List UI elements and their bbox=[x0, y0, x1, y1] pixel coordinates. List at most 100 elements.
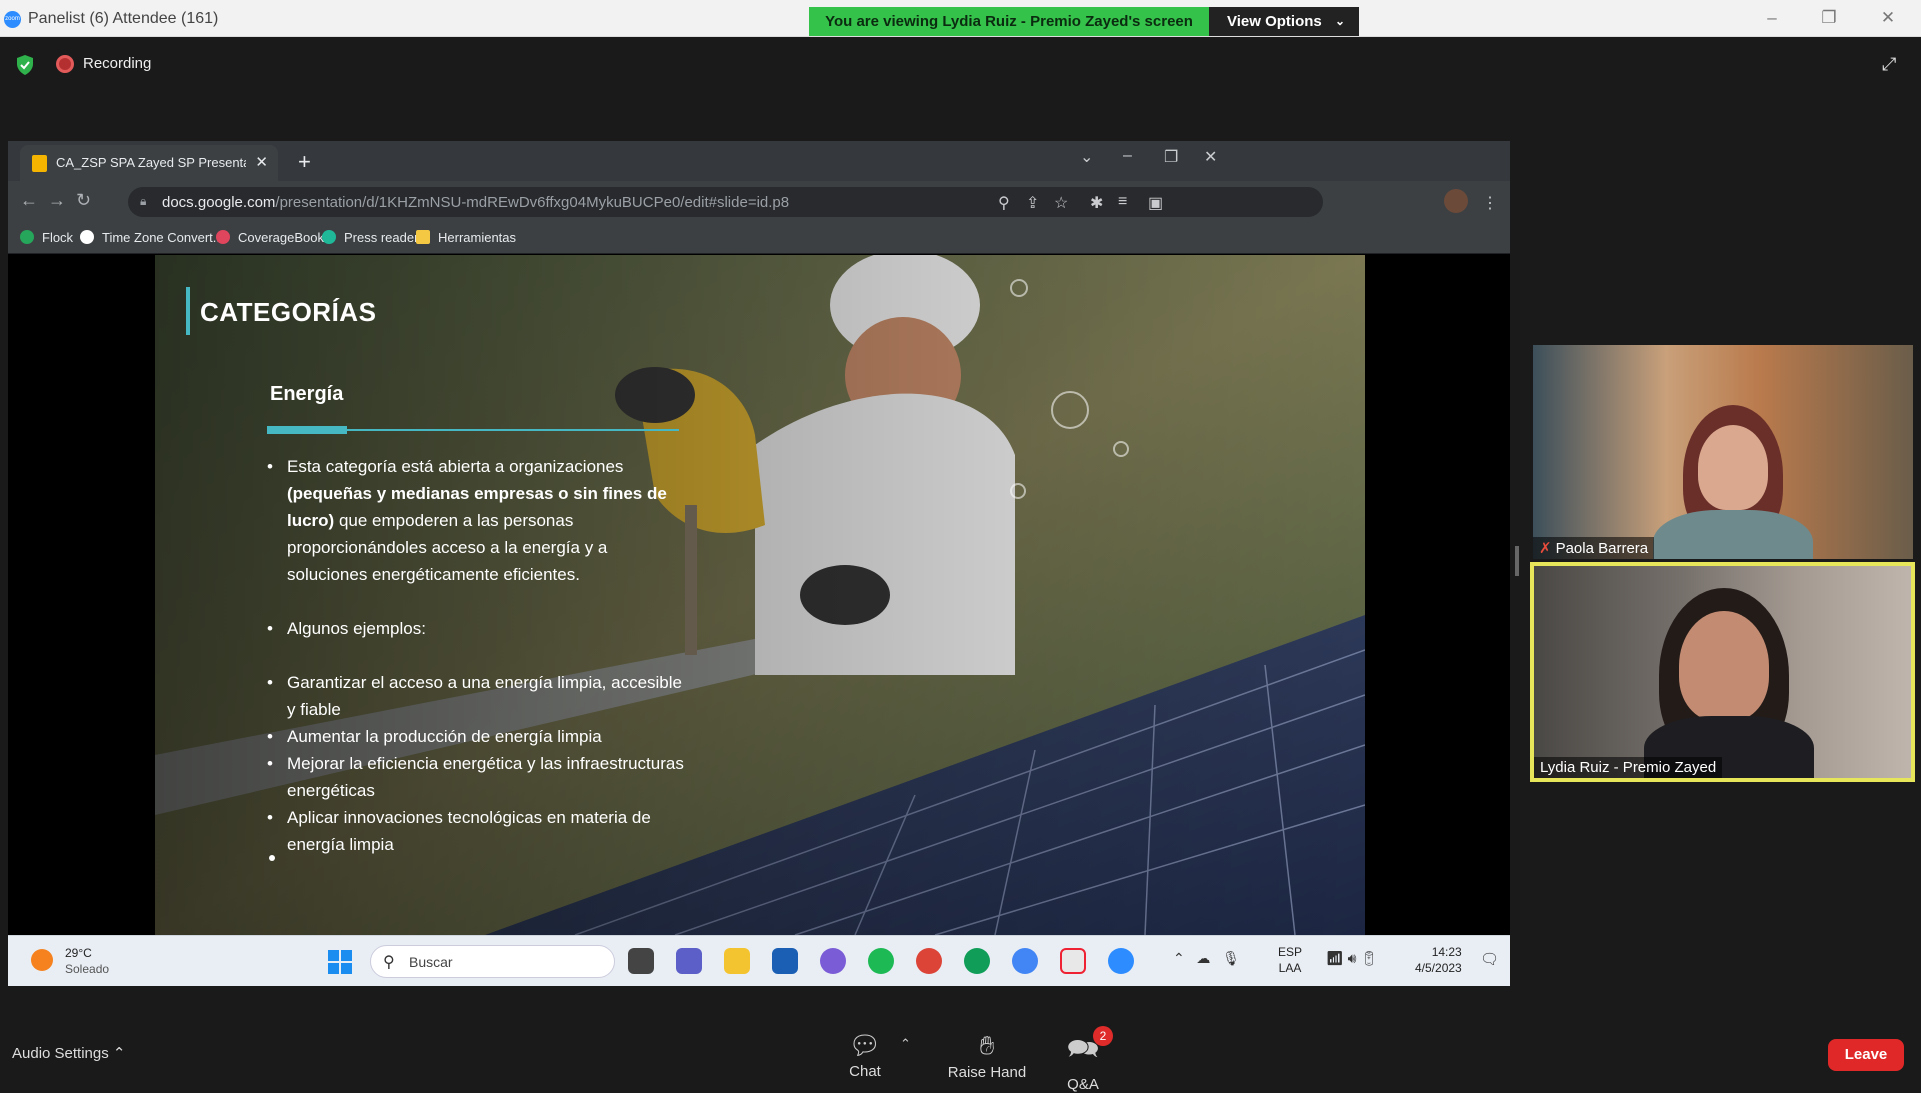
chat-button[interactable]: 💬︎ Chat bbox=[820, 1030, 910, 1080]
snipping-tool-icon[interactable] bbox=[1060, 948, 1086, 974]
menu-kebab-icon[interactable]: ⋮ bbox=[1482, 193, 1498, 213]
bullet-text: que empoderen a las personas proporcioná… bbox=[287, 511, 608, 584]
bookmarks-bar: Flock Time Zone Convert... CoverageBook … bbox=[8, 221, 1510, 254]
time-zone-icon bbox=[80, 230, 94, 244]
raise-hand-button[interactable]: ✋︎ Raise Hand bbox=[932, 1030, 1042, 1081]
bullet-text: Esta categoría está abierta a organizaci… bbox=[287, 457, 624, 476]
address-url: docs.google.com/presentation/d/1KHZmNSU-… bbox=[162, 194, 789, 211]
reload-icon[interactable]: ↻ bbox=[76, 190, 91, 211]
bookmark-flock[interactable]: Flock bbox=[20, 230, 73, 245]
network-volume-battery-icons[interactable]: 📶︎ 🔊︎ 🔋︎ bbox=[1326, 950, 1378, 967]
lang-code: ESP bbox=[1278, 945, 1303, 959]
side-panel-icon[interactable]: ▣ bbox=[1148, 193, 1163, 213]
qa-icon: 🗪︎ bbox=[1066, 1033, 1100, 1063]
view-options-button[interactable]: View Options ⌄ bbox=[1209, 7, 1359, 36]
bullet-example: Mejorar la eficiencia energética y las i… bbox=[267, 750, 687, 804]
chat-options-chevron-icon[interactable]: ⌃ bbox=[900, 1036, 911, 1052]
recording-label[interactable]: Recording bbox=[83, 55, 151, 72]
recording-icon[interactable] bbox=[56, 55, 74, 73]
tab-search-icon[interactable]: ⌄ bbox=[1080, 147, 1093, 167]
tab-title: CA_ZSP SPA Zayed SP Presentati bbox=[56, 155, 246, 170]
close-button[interactable]: ✕ bbox=[1868, 8, 1908, 30]
qa-label: Q&A bbox=[1067, 1076, 1099, 1093]
url-path: /presentation/d/1KHZmNSU-mdREwDv6ffxg04M… bbox=[275, 194, 790, 211]
address-bar[interactable]: 🔒︎ docs.google.com/presentation/d/1KHZmN… bbox=[128, 187, 1323, 217]
slide-bullet-list: Esta categoría está abierta a organizaci… bbox=[267, 453, 687, 858]
audio-settings-button[interactable]: Audio Settings ⌃ bbox=[12, 1044, 125, 1062]
active-speaker-video-tile[interactable]: Lydia Ruiz - Premio Zayed bbox=[1530, 562, 1915, 782]
extensions-icon[interactable]: ✱ bbox=[1090, 193, 1103, 213]
participant-face bbox=[1679, 611, 1769, 721]
viewing-screen-banner: You are viewing Lydia Ruiz - Premio Zaye… bbox=[809, 7, 1209, 36]
bookmark-press-reader[interactable]: Press reader bbox=[322, 230, 418, 245]
weather-temp[interactable]: 29°C bbox=[65, 946, 92, 960]
chrome-profile-icon[interactable] bbox=[964, 948, 990, 974]
bullet-example: Garantizar el acceso a una energía limpi… bbox=[267, 669, 687, 723]
decor-circle bbox=[1051, 391, 1089, 429]
profile-avatar[interactable] bbox=[1444, 189, 1468, 213]
back-icon[interactable]: ← bbox=[20, 190, 38, 211]
decor-circle bbox=[1010, 279, 1028, 297]
bookmark-label: Herramientas bbox=[438, 230, 517, 245]
restore-button[interactable]: ❐ bbox=[1809, 8, 1849, 30]
participant-name: Paola Barrera bbox=[1555, 540, 1649, 557]
teams-chat-icon[interactable] bbox=[676, 948, 702, 974]
participant-name-label: ✗ Paola Barrera bbox=[1533, 537, 1655, 559]
notification-icon[interactable]: 🗨︎ bbox=[1480, 950, 1499, 968]
minimize-button[interactable]: – bbox=[1752, 8, 1792, 30]
file-explorer-icon[interactable] bbox=[724, 948, 750, 974]
hand-icon: ✋︎ bbox=[979, 1030, 995, 1060]
language-indicator[interactable]: ESP LAA bbox=[1278, 944, 1302, 976]
chrome-active-icon[interactable] bbox=[1012, 948, 1038, 974]
chrome-icon[interactable] bbox=[916, 948, 942, 974]
windows-taskbar: 29°C Soleado ⚲ Buscar ⌃ ☁ 🎙︎ ESP LAA 📶︎ 🔊… bbox=[8, 935, 1510, 986]
qa-button[interactable]: 🗪︎ Q&A bbox=[1038, 1030, 1128, 1093]
spotify-icon[interactable] bbox=[868, 948, 894, 974]
bookmark-label: Flock bbox=[42, 230, 74, 245]
copilot-icon[interactable] bbox=[820, 948, 846, 974]
press-reader-icon bbox=[322, 230, 336, 244]
title-accent-bar bbox=[186, 287, 190, 335]
clock-date: 4/5/2023 bbox=[1415, 961, 1462, 975]
zoom-app-icon[interactable] bbox=[1108, 948, 1134, 974]
tab-close-icon[interactable]: ✕ bbox=[255, 153, 268, 171]
new-tab-icon[interactable]: + bbox=[298, 149, 311, 175]
weather-sun-icon[interactable] bbox=[31, 949, 53, 971]
forward-icon[interactable]: → bbox=[48, 190, 66, 211]
system-tray-icons[interactable]: ⌃ ☁ 🎙︎ bbox=[1173, 950, 1240, 967]
url-domain: docs.google.com bbox=[162, 194, 276, 211]
participant-shoulders bbox=[1653, 510, 1813, 559]
weather-condition[interactable]: Soleado bbox=[65, 962, 109, 976]
bookmark-star-icon[interactable]: ☆ bbox=[1054, 193, 1068, 213]
empty-bullet bbox=[269, 855, 275, 861]
fullscreen-icon[interactable]: ⤢ bbox=[1882, 54, 1904, 76]
panel-resize-handle[interactable] bbox=[1515, 546, 1519, 576]
taskbar-search[interactable]: ⚲ Buscar bbox=[370, 945, 615, 978]
media-control-icon[interactable]: ≡ bbox=[1118, 193, 1127, 211]
leave-button[interactable]: Leave bbox=[1828, 1039, 1904, 1071]
clock-time: 14:23 bbox=[1431, 945, 1462, 959]
windows-start-icon[interactable] bbox=[328, 950, 352, 974]
bookmark-time-zone[interactable]: Time Zone Convert... bbox=[80, 230, 224, 245]
store-icon[interactable] bbox=[772, 948, 798, 974]
share-page-icon[interactable]: ⇪ bbox=[1026, 193, 1039, 213]
video-tile[interactable]: ✗ Paola Barrera bbox=[1533, 345, 1913, 559]
taskbar-clock[interactable]: 14:23 4/5/2023 bbox=[1415, 944, 1462, 976]
browser-tab[interactable]: CA_ZSP SPA Zayed SP Presentati ✕ bbox=[20, 145, 278, 181]
shield-icon[interactable] bbox=[15, 54, 35, 76]
zoom-page-icon[interactable]: ⚲ bbox=[998, 193, 1010, 213]
bookmark-herramientas[interactable]: Herramientas bbox=[416, 230, 516, 245]
bookmark-coveragebook[interactable]: CoverageBook bbox=[216, 230, 324, 245]
bookmark-label: Time Zone Convert... bbox=[102, 230, 224, 245]
task-view-icon[interactable] bbox=[628, 948, 654, 974]
browser-minimize-button[interactable]: – bbox=[1123, 147, 1132, 165]
chat-label: Chat bbox=[849, 1063, 881, 1080]
lang-layout: LAA bbox=[1278, 961, 1302, 975]
chevron-down-icon: ⌄ bbox=[1334, 14, 1345, 28]
presentation-slide[interactable]: CATEGORÍAS Energía Esta categoría está a… bbox=[155, 255, 1365, 935]
browser-close-button[interactable]: ✕ bbox=[1204, 147, 1217, 167]
decor-circle bbox=[1010, 483, 1026, 499]
bookmark-label: Press reader bbox=[344, 230, 419, 245]
decor-circle bbox=[1113, 441, 1129, 457]
browser-restore-button[interactable]: ❐ bbox=[1164, 147, 1178, 167]
